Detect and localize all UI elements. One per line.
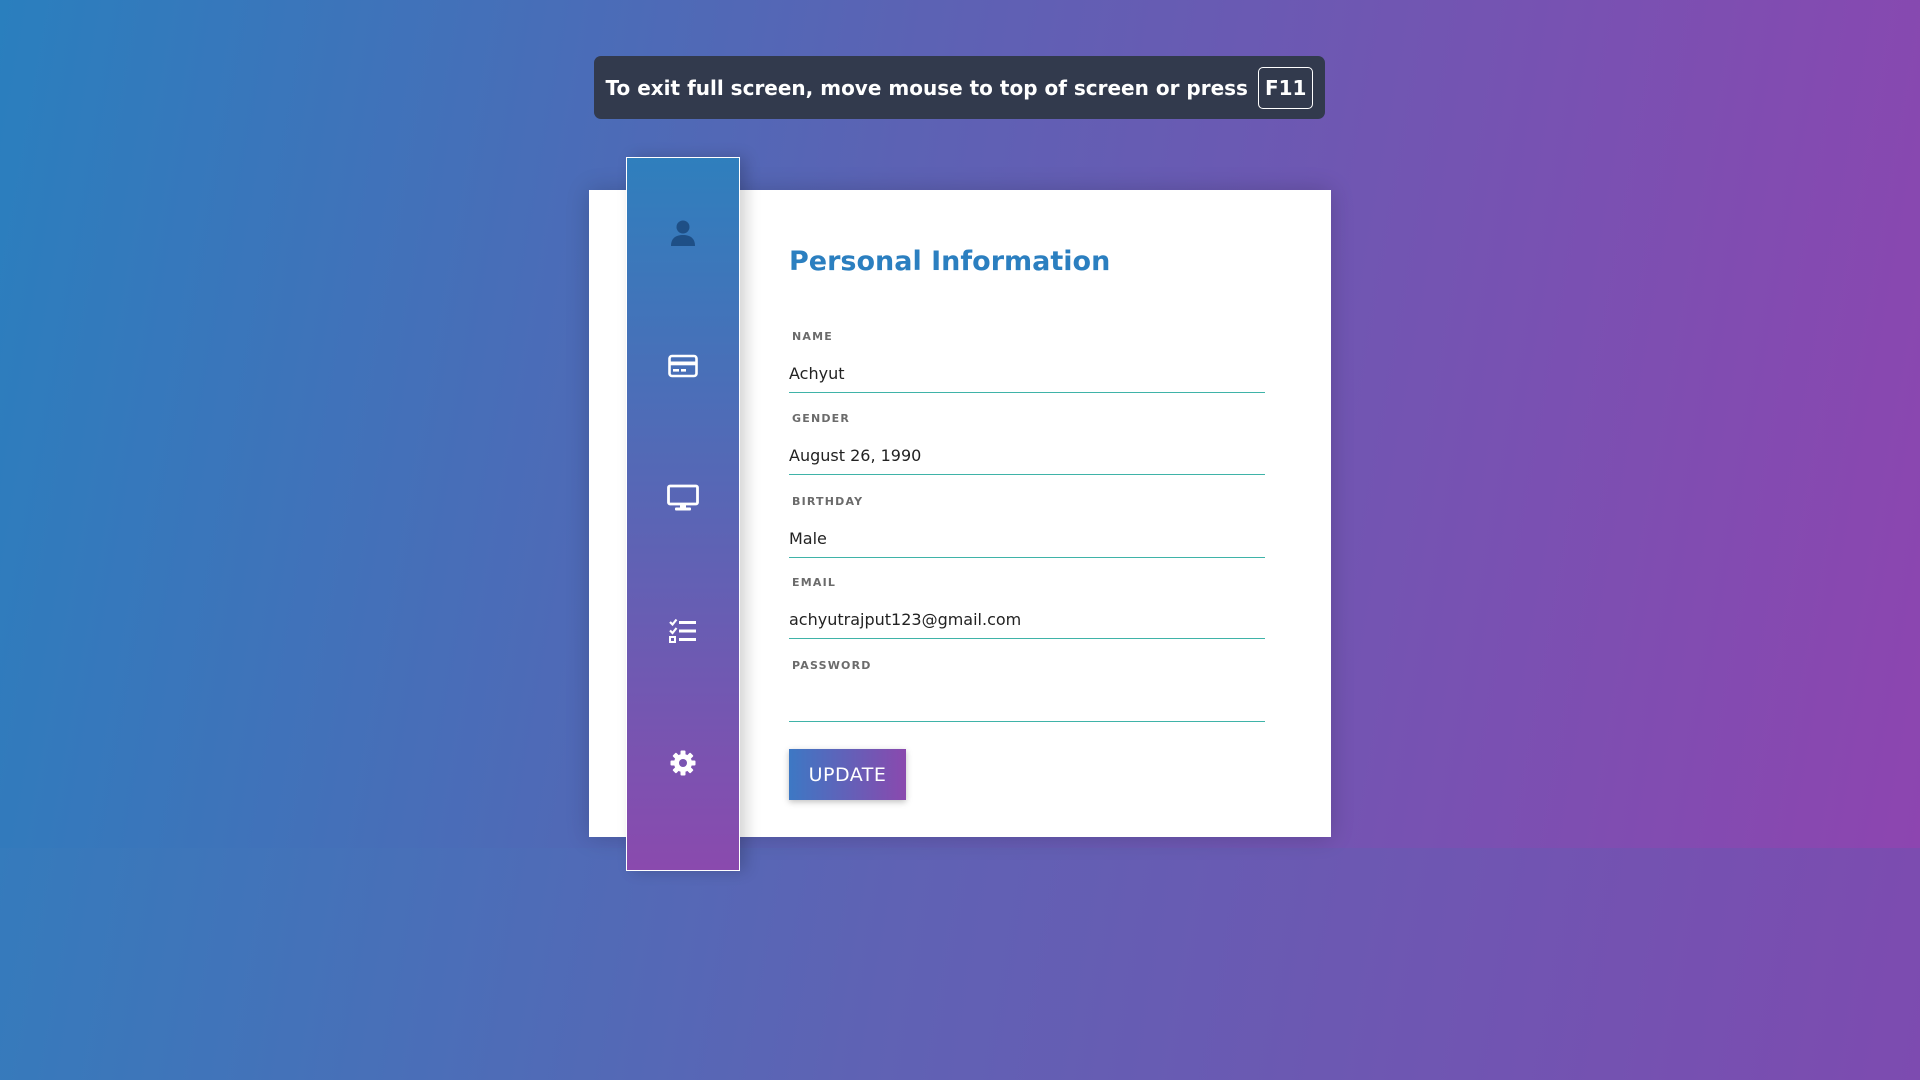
sidebar-item-devices[interactable] bbox=[666, 481, 700, 515]
sidebar-nav bbox=[626, 157, 740, 871]
checklist-icon bbox=[669, 618, 696, 643]
name-field-group: NAME bbox=[789, 330, 1265, 412]
gender-label: GENDER bbox=[792, 412, 851, 425]
password-label: PASSWORD bbox=[792, 659, 872, 672]
sidebar-item-profile[interactable] bbox=[666, 216, 700, 250]
birthday-field-group: BIRTHDAY bbox=[789, 495, 1265, 577]
email-field-group: EMAIL bbox=[789, 576, 1265, 658]
monitor-icon bbox=[667, 484, 699, 511]
sidebar-item-payment[interactable] bbox=[666, 349, 700, 383]
birthday-field[interactable] bbox=[789, 520, 1265, 558]
credit-card-icon bbox=[668, 354, 698, 378]
page-title: Personal Information bbox=[789, 246, 1111, 277]
password-field-group: PASSWORD bbox=[789, 659, 1265, 741]
update-button[interactable]: UPDATE bbox=[789, 749, 906, 800]
fullscreen-notice-text: To exit full screen, move mouse to top o… bbox=[605, 75, 1248, 100]
gear-icon bbox=[670, 750, 696, 776]
email-label: EMAIL bbox=[792, 576, 837, 589]
fullscreen-key-badge: F11 bbox=[1257, 66, 1314, 109]
name-field[interactable] bbox=[789, 355, 1265, 393]
gender-field[interactable] bbox=[789, 437, 1265, 475]
fullscreen-notice: To exit full screen, move mouse to top o… bbox=[594, 56, 1325, 119]
name-label: NAME bbox=[792, 330, 833, 343]
sidebar-item-settings[interactable] bbox=[666, 746, 700, 780]
user-icon bbox=[671, 220, 695, 246]
sidebar-item-tasks[interactable] bbox=[666, 614, 700, 648]
birthday-label: BIRTHDAY bbox=[792, 495, 864, 508]
email-field[interactable] bbox=[789, 601, 1265, 639]
password-field[interactable] bbox=[789, 684, 1265, 722]
gender-field-group: GENDER bbox=[789, 412, 1265, 494]
